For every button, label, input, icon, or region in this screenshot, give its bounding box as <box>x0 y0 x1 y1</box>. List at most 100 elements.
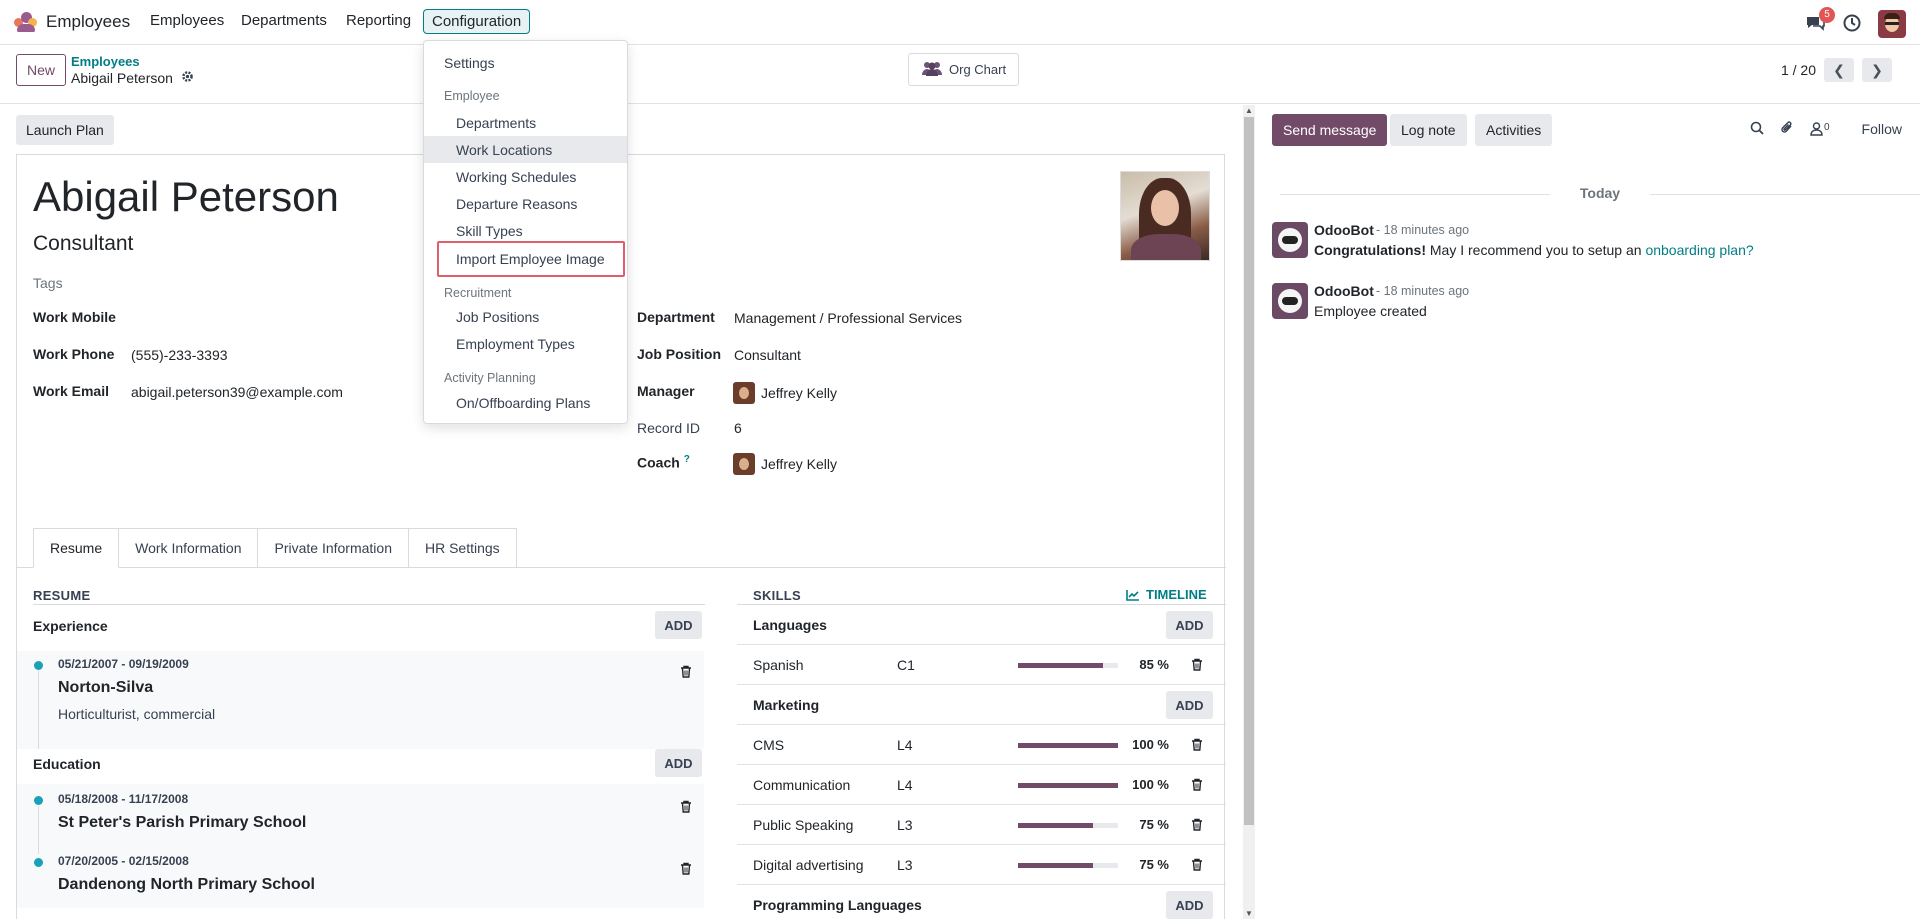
work-mobile-label: Work Mobile <box>33 309 116 325</box>
timeline-line <box>38 671 39 749</box>
skill-name: CMS <box>753 737 785 753</box>
pager-previous-button[interactable]: ❮ <box>1824 58 1854 82</box>
message-body: Congratulations! May I recommend you to … <box>1314 242 1754 258</box>
skill-row[interactable]: CMS L4 100 % <box>737 725 1226 765</box>
skill-row[interactable]: Communication L4 100 % <box>737 765 1226 805</box>
employee-name[interactable]: Abigail Peterson <box>33 173 339 221</box>
user-avatar[interactable] <box>1878 10 1906 38</box>
menu-item-job-positions[interactable]: Job Positions <box>424 303 627 330</box>
skill-percent: 100 % <box>1132 777 1169 792</box>
odoobot-avatar <box>1272 283 1308 319</box>
menu-configuration[interactable]: Configuration <box>423 9 531 34</box>
work-email-field[interactable]: abigail.peterson39@example.com <box>131 384 343 400</box>
log-note-button[interactable]: Log note <box>1390 114 1467 146</box>
onboarding-plan-link[interactable]: onboarding plan? <box>1645 242 1753 258</box>
resume-line-dates: 05/18/2008 - 11/17/2008 <box>58 792 189 806</box>
tags-field[interactable]: Tags <box>33 275 63 291</box>
skill-progress-fill <box>1018 863 1093 868</box>
skill-percent: 100 % <box>1132 737 1169 752</box>
work-mobile-field[interactable] <box>131 309 431 327</box>
new-button[interactable]: New <box>16 54 67 86</box>
resume-line[interactable]: 05/21/2007 - 09/19/2009 Norton-Silva Hor… <box>17 651 704 749</box>
resume-line[interactable]: 05/18/2008 - 11/17/2008 St Peter's Paris… <box>17 784 704 908</box>
menu-reporting[interactable]: Reporting <box>346 12 411 29</box>
menu-item-work-locations[interactable]: Work Locations <box>424 136 627 163</box>
trash-icon[interactable] <box>680 862 692 875</box>
menu-departments[interactable]: Departments <box>241 12 327 29</box>
work-email-label: Work Email <box>33 383 109 399</box>
skill-name: Spanish <box>753 657 804 673</box>
search-icon[interactable] <box>1750 121 1764 138</box>
launch-plan-button[interactable]: Launch Plan <box>16 115 114 145</box>
tab-hr-settings[interactable]: HR Settings <box>408 528 517 568</box>
scroll-up-arrow[interactable]: ▲ <box>1245 106 1253 115</box>
resume-line-description: Horticulturist, commercial <box>58 706 216 722</box>
pager-next-button[interactable]: ❯ <box>1862 58 1892 82</box>
tab-private-information[interactable]: Private Information <box>258 528 409 568</box>
user-icon <box>1810 122 1823 136</box>
trash-icon[interactable] <box>680 800 692 813</box>
coach-field[interactable]: Jeffrey Kelly <box>733 453 837 475</box>
department-field[interactable]: Management / Professional Services <box>734 310 962 326</box>
resume-line-name: St Peter's Parish Primary School <box>58 814 307 831</box>
gear-icon[interactable] <box>181 70 194 86</box>
timeline-button[interactable]: TIMELINE <box>1126 587 1207 602</box>
coach-help-icon[interactable]: ? <box>684 454 690 465</box>
menu-item-working-schedules[interactable]: Working Schedules <box>424 163 627 190</box>
paperclip-icon[interactable] <box>1780 120 1794 138</box>
trash-icon[interactable] <box>680 665 692 678</box>
skill-progress-fill <box>1018 743 1118 748</box>
app-brand[interactable]: Employees <box>14 12 130 32</box>
add-education-button[interactable]: ADD <box>655 749 702 777</box>
menu-employees[interactable]: Employees <box>150 12 224 29</box>
skill-row[interactable]: Digital advertising L3 75 % <box>737 845 1226 885</box>
breadcrumb-employees[interactable]: Employees <box>71 54 140 69</box>
scroll-down-arrow[interactable]: ▼ <box>1245 909 1253 918</box>
timeline-line <box>38 806 39 854</box>
skill-progress-bar <box>1018 783 1118 788</box>
skill-level: C1 <box>897 657 915 673</box>
menu-item-settings[interactable]: Settings <box>424 49 627 76</box>
manager-field[interactable]: Jeffrey Kelly <box>733 382 837 404</box>
org-chart-button[interactable]: Org Chart <box>908 53 1020 86</box>
trash-icon[interactable] <box>1191 818 1203 831</box>
employee-photo[interactable] <box>1120 171 1210 261</box>
menu-item-skill-types[interactable]: Skill Types <box>424 217 627 244</box>
add-skill-button[interactable]: ADD <box>1166 611 1213 639</box>
messaging-icon[interactable]: 5 <box>1804 7 1835 35</box>
skill-row[interactable]: Public Speaking L3 75 % <box>737 805 1226 845</box>
form-scrollbar[interactable]: ▲ ▼ <box>1243 105 1255 919</box>
follow-button[interactable]: Follow <box>1862 121 1902 137</box>
tab-work-information[interactable]: Work Information <box>119 528 259 568</box>
tab-resume[interactable]: Resume <box>33 528 120 568</box>
scrollbar-thumb[interactable] <box>1244 117 1254 825</box>
add-skill-button[interactable]: ADD <box>1166 691 1213 719</box>
trash-icon[interactable] <box>1191 658 1203 671</box>
skill-row[interactable]: Spanish C1 85 % <box>737 645 1226 685</box>
menu-item-employment-types[interactable]: Employment Types <box>424 330 627 357</box>
trash-icon[interactable] <box>1191 858 1203 871</box>
org-chart-label: Org Chart <box>949 62 1007 77</box>
skill-percent: 85 % <box>1139 657 1169 672</box>
send-message-button[interactable]: Send message <box>1272 114 1388 146</box>
skill-level: L3 <box>897 857 913 873</box>
add-skill-button[interactable]: ADD <box>1166 891 1213 919</box>
work-phone-field[interactable]: (555)-233-3393 <box>131 347 228 363</box>
menu-item-departments[interactable]: Departments <box>424 109 627 136</box>
record-pager: 1 / 20 ❮ ❯ <box>1781 58 1892 82</box>
control-panel: New Employees Abigail Peterson Org Chart… <box>0 46 1920 104</box>
coach-label-text: Coach <box>637 454 680 471</box>
pager-value[interactable]: 1 / 20 <box>1781 62 1816 78</box>
menu-item-departure-reasons[interactable]: Departure Reasons <box>424 190 627 217</box>
activity-clock-icon[interactable] <box>1842 13 1862 36</box>
manager-label: Manager <box>637 383 695 399</box>
menu-item-onoffboarding-plans[interactable]: On/Offboarding Plans <box>424 389 627 416</box>
trash-icon[interactable] <box>1191 778 1203 791</box>
followers-button[interactable]: 0 <box>1810 122 1830 136</box>
job-position-field[interactable]: Consultant <box>734 347 801 363</box>
add-experience-button[interactable]: ADD <box>655 611 702 639</box>
trash-icon[interactable] <box>1191 738 1203 751</box>
skill-name: Digital advertising <box>753 857 864 873</box>
activities-button[interactable]: Activities <box>1475 114 1553 146</box>
employee-job-title[interactable]: Consultant <box>33 232 133 256</box>
